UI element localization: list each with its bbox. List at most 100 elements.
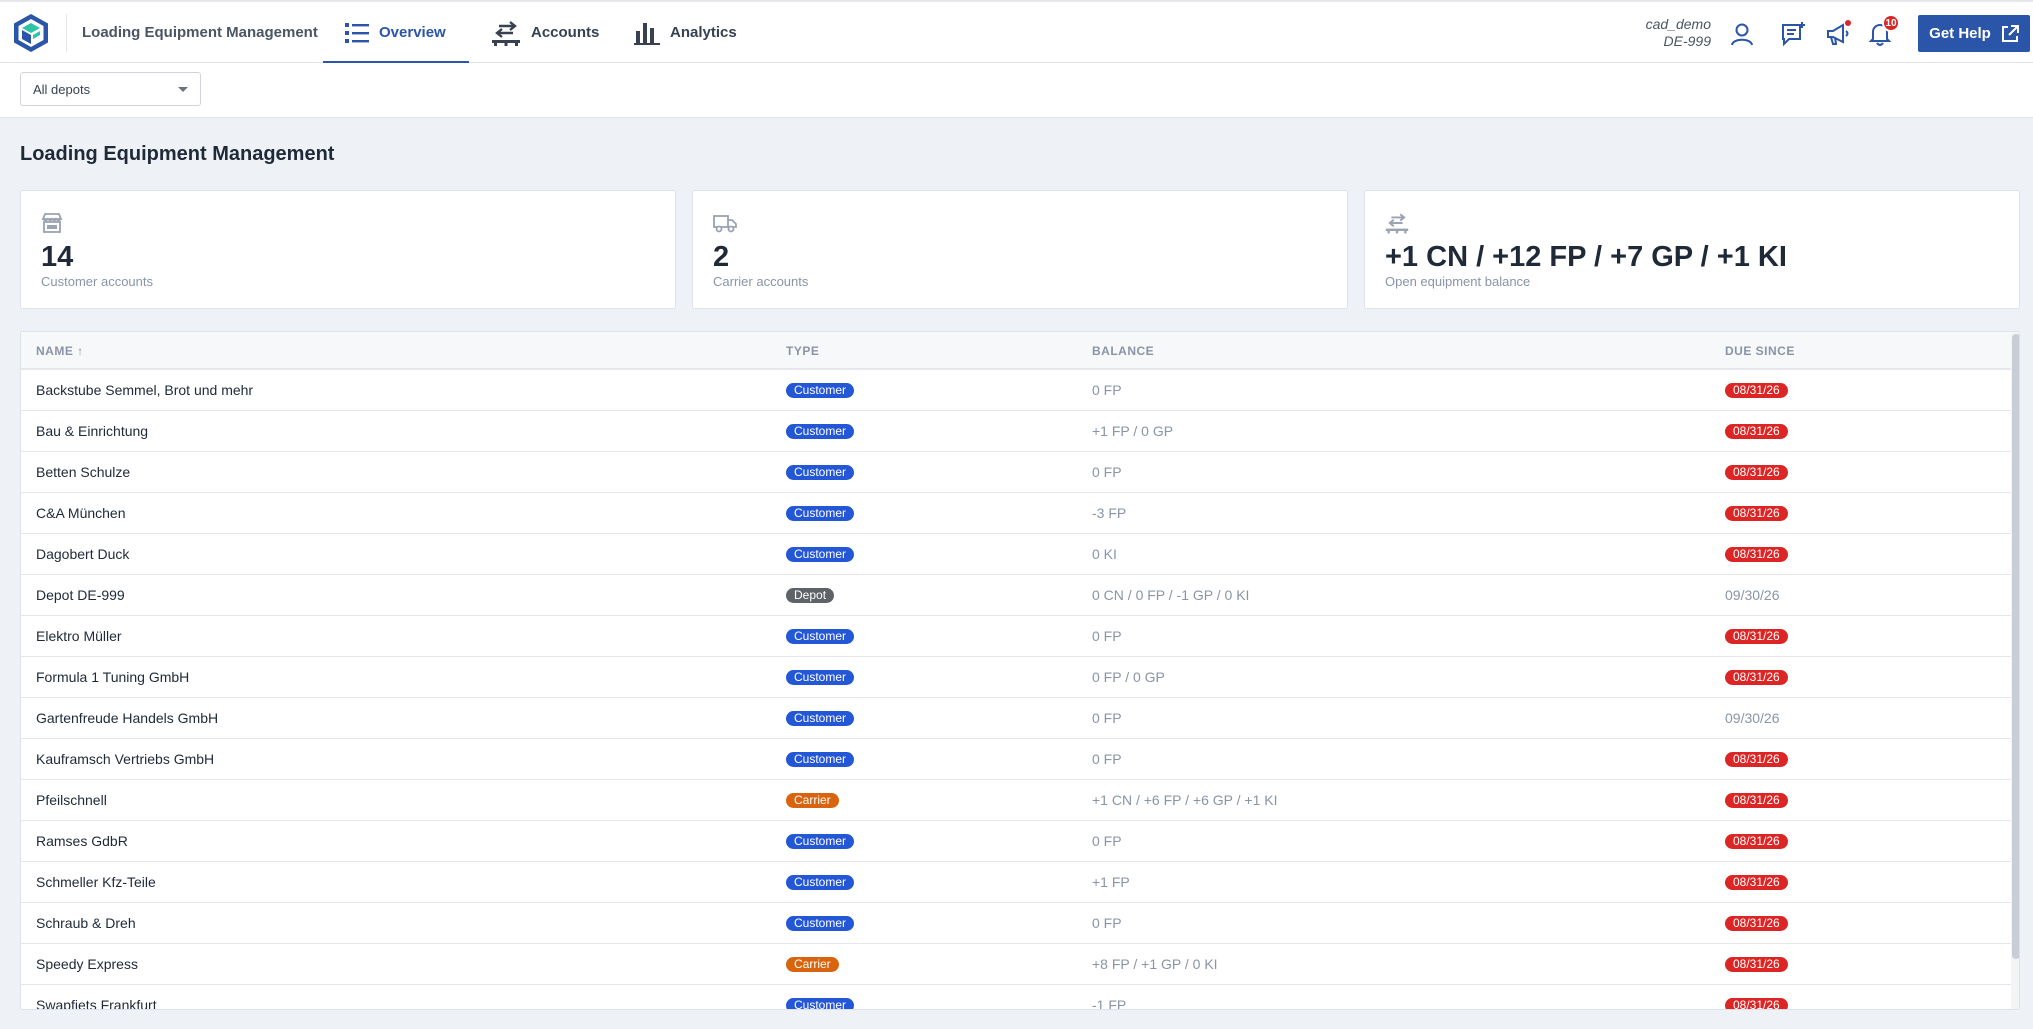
due-date-overdue-badge: 08/31/26 bbox=[1725, 546, 1788, 562]
accounts-table: NAME ↑ TYPE BALANCE DUE SINCE Backstube … bbox=[20, 331, 2020, 1010]
exchange-icon bbox=[1385, 213, 1409, 234]
account-name: Dagobert Duck bbox=[36, 546, 130, 562]
balance-value: 0 FP bbox=[1092, 710, 1122, 726]
type-cell: Customer bbox=[786, 493, 855, 533]
due-cell: 08/31/26 bbox=[1725, 452, 1788, 492]
tab-overview[interactable]: Overview bbox=[323, 2, 469, 64]
type-badge: Customer bbox=[786, 628, 855, 644]
depot-code: DE-999 bbox=[1663, 33, 1711, 49]
stat-card-customers: 14 Customer accounts bbox=[20, 190, 676, 309]
type-cell: Customer bbox=[786, 452, 855, 492]
filter-bar: All depots bbox=[0, 63, 2033, 118]
table-row[interactable]: Betten Schulze Customer 0 FP 08/31/26 bbox=[21, 452, 2011, 493]
bar-chart-icon bbox=[634, 22, 660, 45]
account-name: Schraub & Dreh bbox=[36, 915, 136, 931]
account-name: Schmeller Kfz-Teile bbox=[36, 874, 156, 890]
account-name: Depot DE-999 bbox=[36, 587, 125, 603]
scrollbar-thumb[interactable] bbox=[2012, 334, 2019, 959]
due-date-overdue-badge: 08/31/26 bbox=[1725, 833, 1788, 849]
app-logo-icon[interactable] bbox=[12, 13, 50, 53]
due-date-overdue-badge: 08/31/26 bbox=[1725, 792, 1788, 808]
due-cell: 08/31/26 bbox=[1725, 657, 1788, 697]
column-header-balance[interactable]: BALANCE bbox=[1092, 344, 1154, 358]
table-row[interactable]: Depot DE-999 Depot 0 CN / 0 FP / -1 GP / 0… bbox=[21, 575, 2011, 616]
stat-value: 14 bbox=[41, 241, 74, 273]
column-header-due-since[interactable]: DUE SINCE bbox=[1725, 344, 1795, 358]
page-title: Loading Equipment Management bbox=[20, 143, 335, 165]
type-cell: Customer bbox=[786, 616, 855, 656]
table-row[interactable]: Schraub & Dreh Customer 0 FP 08/31/26 bbox=[21, 903, 2011, 944]
table-scrollbar[interactable] bbox=[2011, 332, 2019, 1009]
due-cell: 09/30/26 bbox=[1725, 575, 1780, 615]
table-row[interactable]: Swapfiets Frankfurt Customer -1 FP 08/31/26 bbox=[21, 985, 2011, 1010]
table-row[interactable]: C&A München Customer -3 FP 08/31/26 bbox=[21, 493, 2011, 534]
truck-icon bbox=[713, 215, 737, 233]
type-badge: Customer bbox=[786, 423, 855, 439]
feedback-icon[interactable] bbox=[1780, 21, 1806, 47]
user-icon[interactable] bbox=[1729, 21, 1755, 47]
balance-value: 0 FP bbox=[1092, 382, 1122, 398]
due-cell: 08/31/26 bbox=[1725, 616, 1788, 656]
due-cell: 08/31/26 bbox=[1725, 944, 1788, 984]
due-cell: 08/31/26 bbox=[1725, 534, 1788, 574]
due-date-overdue-badge: 08/31/26 bbox=[1725, 423, 1788, 439]
due-cell: 09/30/26 bbox=[1725, 698, 1780, 738]
balance-value: +1 FP / 0 GP bbox=[1092, 423, 1174, 439]
exchange-icon bbox=[492, 20, 520, 46]
table-row[interactable]: Pfeilschnell Carrier +1 CN / +6 FP / +6 GP… bbox=[21, 780, 2011, 821]
type-cell: Carrier bbox=[786, 780, 839, 820]
table-row[interactable]: Formula 1 Tuning GmbH Customer 0 FP / 0 GP… bbox=[21, 657, 2011, 698]
depot-select-value: All depots bbox=[33, 81, 91, 97]
chevron-down-icon bbox=[178, 86, 188, 92]
column-header-name[interactable]: NAME ↑ bbox=[36, 344, 84, 358]
table-row[interactable]: Bau & Einrichtung Customer +1 FP / 0 GP 08/… bbox=[21, 411, 2011, 452]
stat-label: Customer accounts bbox=[41, 274, 153, 289]
balance-value: 0 KI bbox=[1092, 546, 1117, 562]
table-row[interactable]: Elektro Müller Customer 0 FP 08/31/26 bbox=[21, 616, 2011, 657]
logo-divider bbox=[66, 14, 67, 52]
announcement-dot bbox=[1845, 20, 1851, 26]
table-row[interactable]: Dagobert Duck Customer 0 KI 08/31/26 bbox=[21, 534, 2011, 575]
type-badge: Carrier bbox=[786, 956, 839, 972]
type-cell: Customer bbox=[786, 821, 855, 861]
due-date-overdue-badge: 08/31/26 bbox=[1725, 874, 1788, 890]
table-row[interactable]: Ramses GdbR Customer 0 FP 08/31/26 bbox=[21, 821, 2011, 862]
notification-count-badge: 10 bbox=[1882, 14, 1900, 32]
get-help-button[interactable]: Get Help bbox=[1918, 15, 2030, 52]
type-badge: Customer bbox=[786, 546, 855, 562]
tab-analytics-label: Analytics bbox=[670, 24, 737, 41]
table-row[interactable]: Kauframsch Vertriebs GmbH Customer 0 FP 08/… bbox=[21, 739, 2011, 780]
depot-select[interactable]: All depots bbox=[20, 72, 201, 106]
table-row[interactable]: Speedy Express Carrier +8 FP / +1 GP / 0 K… bbox=[21, 944, 2011, 985]
account-name: Swapfiets Frankfurt bbox=[36, 997, 157, 1010]
type-cell: Customer bbox=[786, 739, 855, 779]
type-badge: Customer bbox=[786, 382, 855, 398]
type-badge: Carrier bbox=[786, 792, 839, 808]
stat-value: +1 CN / +12 FP / +7 GP / +1 KI bbox=[1385, 241, 1787, 273]
stat-label: Open equipment balance bbox=[1385, 274, 1531, 289]
balance-value: +1 FP bbox=[1092, 874, 1130, 890]
due-date: 09/30/26 bbox=[1725, 587, 1780, 603]
stat-card-carriers: 2 Carrier accounts bbox=[692, 190, 1348, 309]
due-cell: 08/31/26 bbox=[1725, 780, 1788, 820]
table-row[interactable]: Schmeller Kfz-Teile Customer +1 FP 08/31/26 bbox=[21, 862, 2011, 903]
tab-accounts[interactable]: Accounts bbox=[469, 2, 621, 63]
type-cell: Customer bbox=[786, 534, 855, 574]
balance-value: +8 FP / +1 GP / 0 KI bbox=[1092, 956, 1218, 972]
type-badge: Customer bbox=[786, 464, 855, 480]
table-row[interactable]: Backstube Semmel, Brot und mehr Customer 0… bbox=[21, 370, 2011, 411]
table-row[interactable]: Gartenfreude Handels GmbH Customer 0 FP 09/… bbox=[21, 698, 2011, 739]
balance-value: 0 FP bbox=[1092, 751, 1122, 767]
balance-value: 0 CN / 0 FP / -1 GP / 0 KI bbox=[1092, 587, 1250, 603]
account-name: Gartenfreude Handels GmbH bbox=[36, 710, 219, 726]
balance-value: 0 FP bbox=[1092, 833, 1122, 849]
due-cell: 08/31/26 bbox=[1725, 903, 1788, 943]
stat-label: Carrier accounts bbox=[713, 274, 809, 289]
due-cell: 08/31/26 bbox=[1725, 370, 1788, 410]
tab-analytics[interactable]: Analytics bbox=[612, 2, 759, 63]
due-cell: 08/31/26 bbox=[1725, 821, 1788, 861]
column-header-type[interactable]: TYPE bbox=[786, 344, 819, 358]
tab-accounts-label: Accounts bbox=[531, 24, 600, 41]
due-date-overdue-badge: 08/31/26 bbox=[1725, 915, 1788, 931]
stat-value: 2 bbox=[713, 241, 730, 273]
